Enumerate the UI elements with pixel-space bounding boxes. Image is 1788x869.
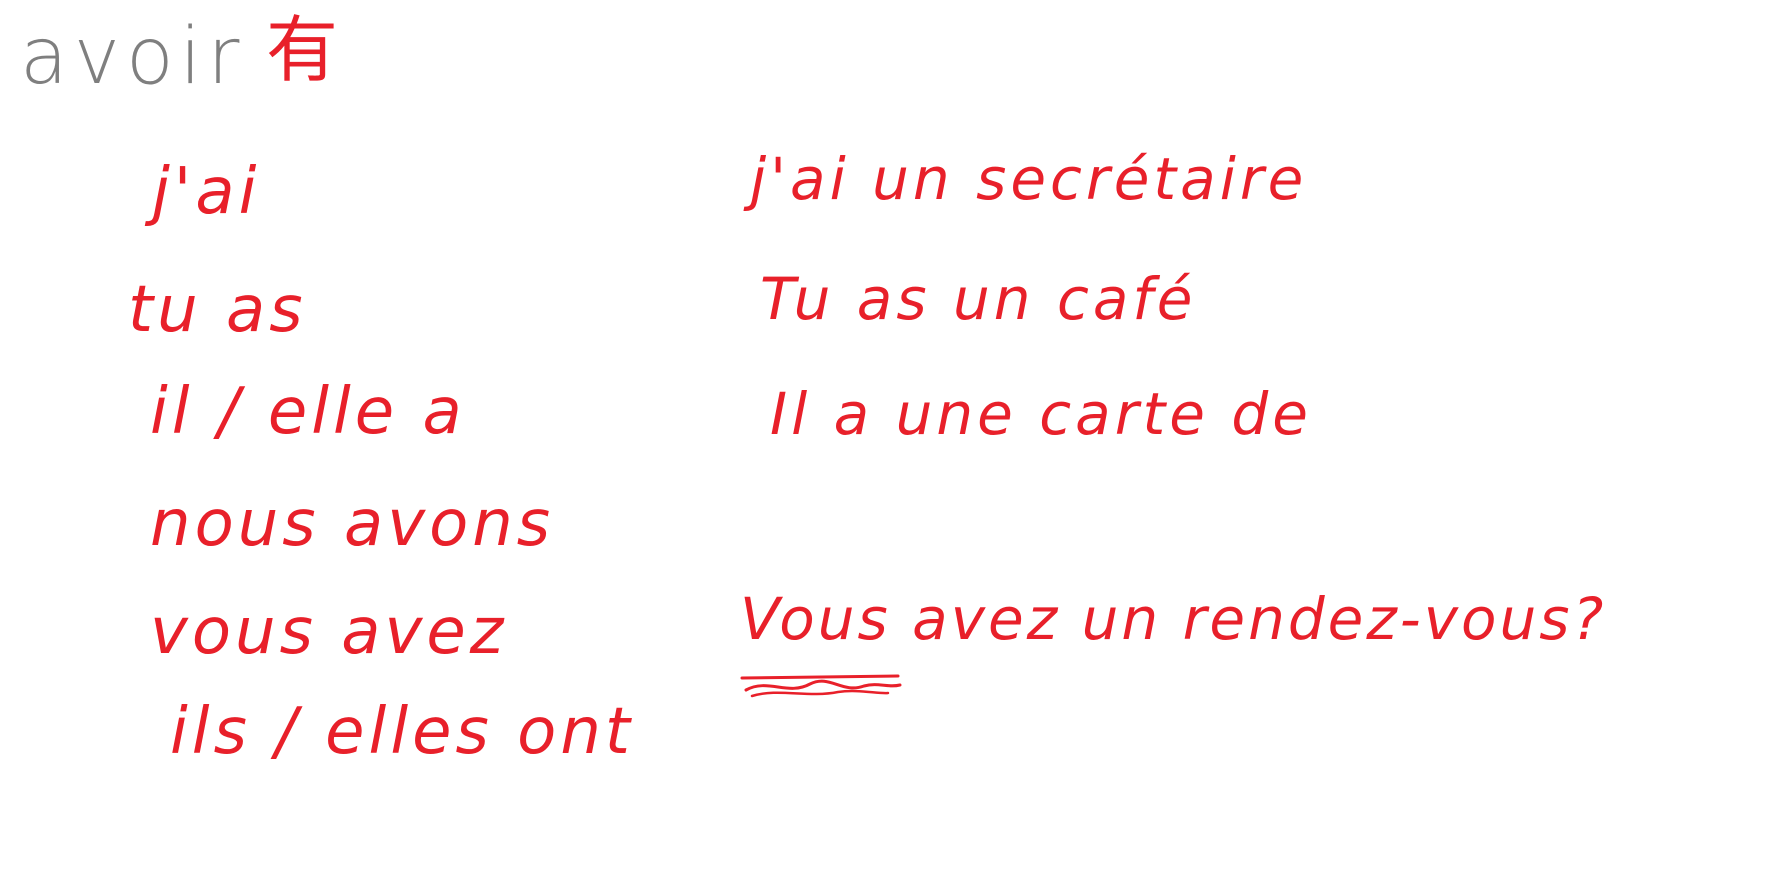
conjugation-nous: nous avons [150,487,555,561]
wavy-underline-mark [740,674,902,698]
underline-wavy-stroke-2 [750,689,890,698]
underline-straight-stroke [740,674,900,680]
conjugation-ils-elles: ils / elles ont [170,695,634,769]
title-verb: avoir [20,12,246,102]
conjugation-il-elle: il / elle a [150,375,466,449]
conjugation-je: j'ai [152,155,261,229]
conjugation-tu: tu as [128,273,307,347]
example-vous: Vous avez un rendez-vous? [740,585,1607,653]
underline-wavy-stroke [744,679,902,692]
example-tu: Tu as un café [760,265,1197,333]
title-chinese-gloss: 有 [266,8,339,92]
conjugation-vous: vous avez [150,595,508,669]
note-canvas: avoir 有 j'ai tu as il / elle a nous avon… [0,0,1788,869]
example-il: Il a une carte de [770,380,1312,448]
example-je: j'ai un secrétaire [750,145,1308,213]
